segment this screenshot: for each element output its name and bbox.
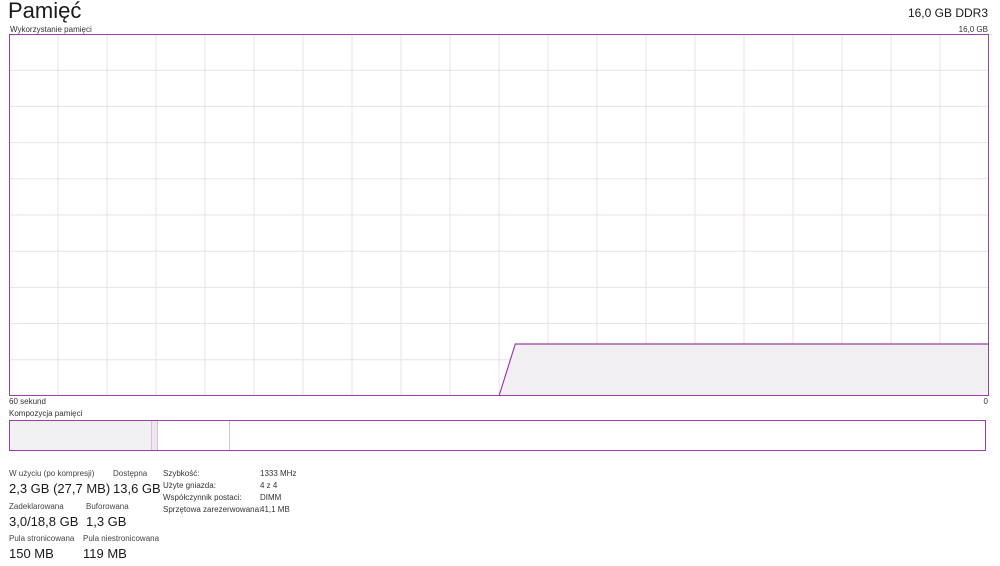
hardware-reserved-value: 41,1 MB [260, 505, 290, 514]
form-factor-value: DIMM [260, 493, 282, 502]
hardware-reserved-label: Sprzętowa zarezerwowana: [163, 505, 262, 514]
paged-pool-value: 150 MB [9, 546, 54, 561]
cached-label: Buforowana [86, 502, 129, 511]
committed-label: Zadeklarowana [9, 502, 64, 511]
memory-spec: 16,0 GB DDR3 [907, 6, 988, 20]
committed-value: 3,0/18,8 GB [9, 514, 79, 529]
composition-in-use[interactable] [10, 421, 152, 450]
graph-grid [9, 34, 989, 396]
memory-composition-bar[interactable] [9, 420, 986, 451]
in-use-label: W użyciu (po kompresji) [9, 469, 95, 478]
cached-value: 1,3 GB [86, 514, 127, 529]
available-value: 13,6 GB [113, 481, 161, 496]
slots-value: 4 z 4 [260, 481, 278, 490]
paged-pool-label: Pula stronicowana [9, 534, 75, 543]
composition-standby[interactable] [158, 421, 230, 450]
memory-usage-graph [9, 34, 989, 396]
speed-value: 1333 MHz [260, 469, 297, 478]
in-use-value: 2,3 GB (27,7 MB) [9, 481, 111, 496]
available-label: Dostępna [113, 469, 148, 478]
usage-graph-label: Wykorzystanie pamięci [10, 25, 92, 34]
usage-graph-max: 16,0 GB [958, 25, 988, 34]
slots-label: Użyte gniazda: [163, 481, 216, 490]
nonpaged-pool-value: 119 MB [83, 546, 127, 561]
nonpaged-pool-label: Pula niestronicowana [83, 534, 160, 543]
time-axis-left: 60 sekund [9, 397, 46, 406]
form-factor-label: Współczynnik postaci: [163, 493, 242, 502]
page-title: Pamięć [8, 0, 82, 23]
time-axis-right: 0 [983, 397, 988, 406]
speed-label: Szybkość: [163, 469, 200, 478]
composition-label: Kompozycja pamięci [9, 409, 83, 418]
